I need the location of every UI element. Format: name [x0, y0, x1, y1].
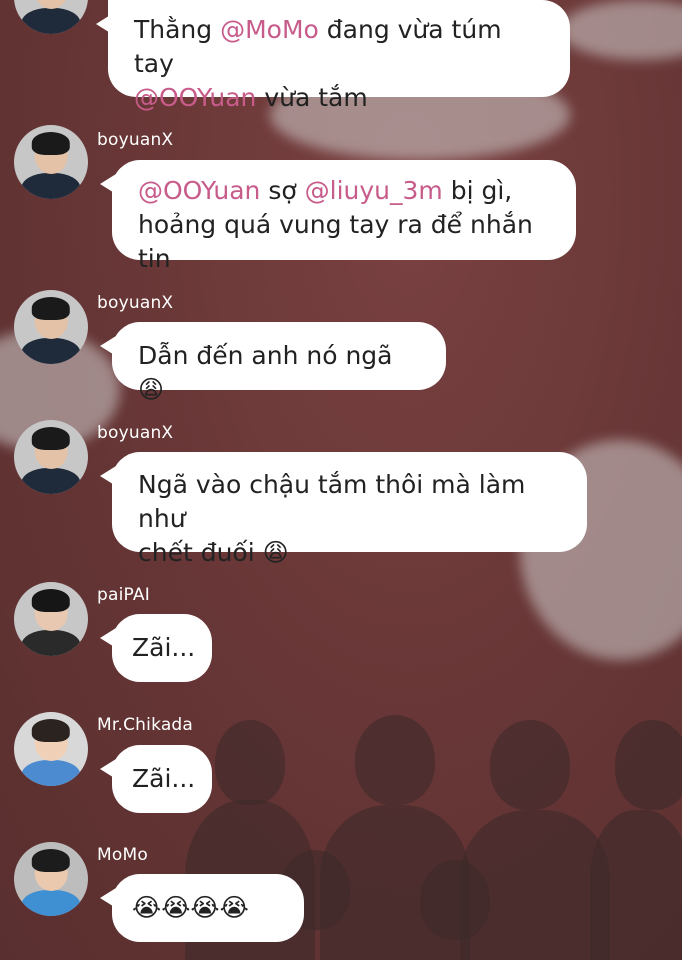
user-mention[interactable]: @liuyu_3m [305, 176, 443, 205]
avatar-hair [31, 132, 71, 155]
message-text: Zãi... [132, 764, 196, 793]
avatar-hair [31, 427, 71, 450]
avatar-body [21, 338, 81, 364]
message-text: vừa tắm [256, 83, 368, 112]
message-text: Ngã vào chậu tắm thôi mà làm như [138, 470, 526, 533]
avatar[interactable] [14, 712, 88, 786]
message-text: chết đuối 😩 [138, 538, 289, 567]
message-text: Thằng [134, 15, 221, 44]
avatar[interactable] [14, 125, 88, 199]
avatar-body [21, 468, 81, 494]
avatar-body [21, 8, 81, 34]
message-bubble[interactable]: Dẫn đến anh nó ngã 😩 [100, 322, 446, 404]
avatar-body [21, 173, 81, 199]
message-bubble[interactable]: Zãi... [100, 745, 212, 813]
message-text: bị gì, [442, 176, 513, 205]
avatar[interactable] [14, 0, 88, 34]
user-mention[interactable]: @OOYuan [138, 176, 260, 205]
message-bubble[interactable]: Ngã vào chậu tắm thôi mà làm như chết đuố… [100, 452, 587, 567]
avatar[interactable] [14, 842, 88, 916]
message-bubble[interactable]: @OOYuan sợ @liuyu_3m bị gì, hoảng quá vun… [100, 160, 576, 273]
avatar-face [34, 0, 68, 9]
sender-name: MoMo [97, 845, 148, 865]
message-text: Dẫn đến anh nó ngã 😩 [138, 341, 393, 404]
sender-name: boyuanX [97, 130, 174, 150]
sender-name: boyuanX [97, 293, 174, 313]
avatar-body [21, 630, 81, 656]
avatar[interactable] [14, 582, 88, 656]
avatar-hair [31, 589, 71, 612]
user-mention[interactable]: @MoMo [220, 15, 319, 44]
avatar[interactable] [14, 420, 88, 494]
sender-name: Mr.Chikada [97, 715, 194, 735]
sender-name: paiPAI [97, 585, 150, 605]
message-text: Zãi... [132, 633, 196, 662]
message-bubble[interactable]: Thằng @MoMo đang vừa túm tay @OOYuan vừa … [96, 0, 570, 112]
chat-thread[interactable]: Thằng @MoMo đang vừa túm tay @OOYuan vừa … [0, 0, 682, 960]
message-bubble[interactable]: Zãi... [100, 614, 212, 682]
sender-name: boyuanX [97, 423, 174, 443]
message-text: sợ [260, 176, 305, 205]
avatar-body [21, 760, 81, 786]
avatar-hair [31, 719, 71, 742]
message-bubble[interactable]: 😭😭😭😭 [100, 874, 304, 942]
avatar-body [21, 890, 81, 916]
message-text: hoảng quá vung tay ra để nhắn tin [138, 210, 533, 273]
message-text: 😭😭😭😭 [132, 893, 249, 922]
avatar[interactable] [14, 290, 88, 364]
avatar-hair [31, 297, 71, 320]
user-mention[interactable]: @OOYuan [134, 83, 256, 112]
avatar-hair [31, 849, 71, 872]
